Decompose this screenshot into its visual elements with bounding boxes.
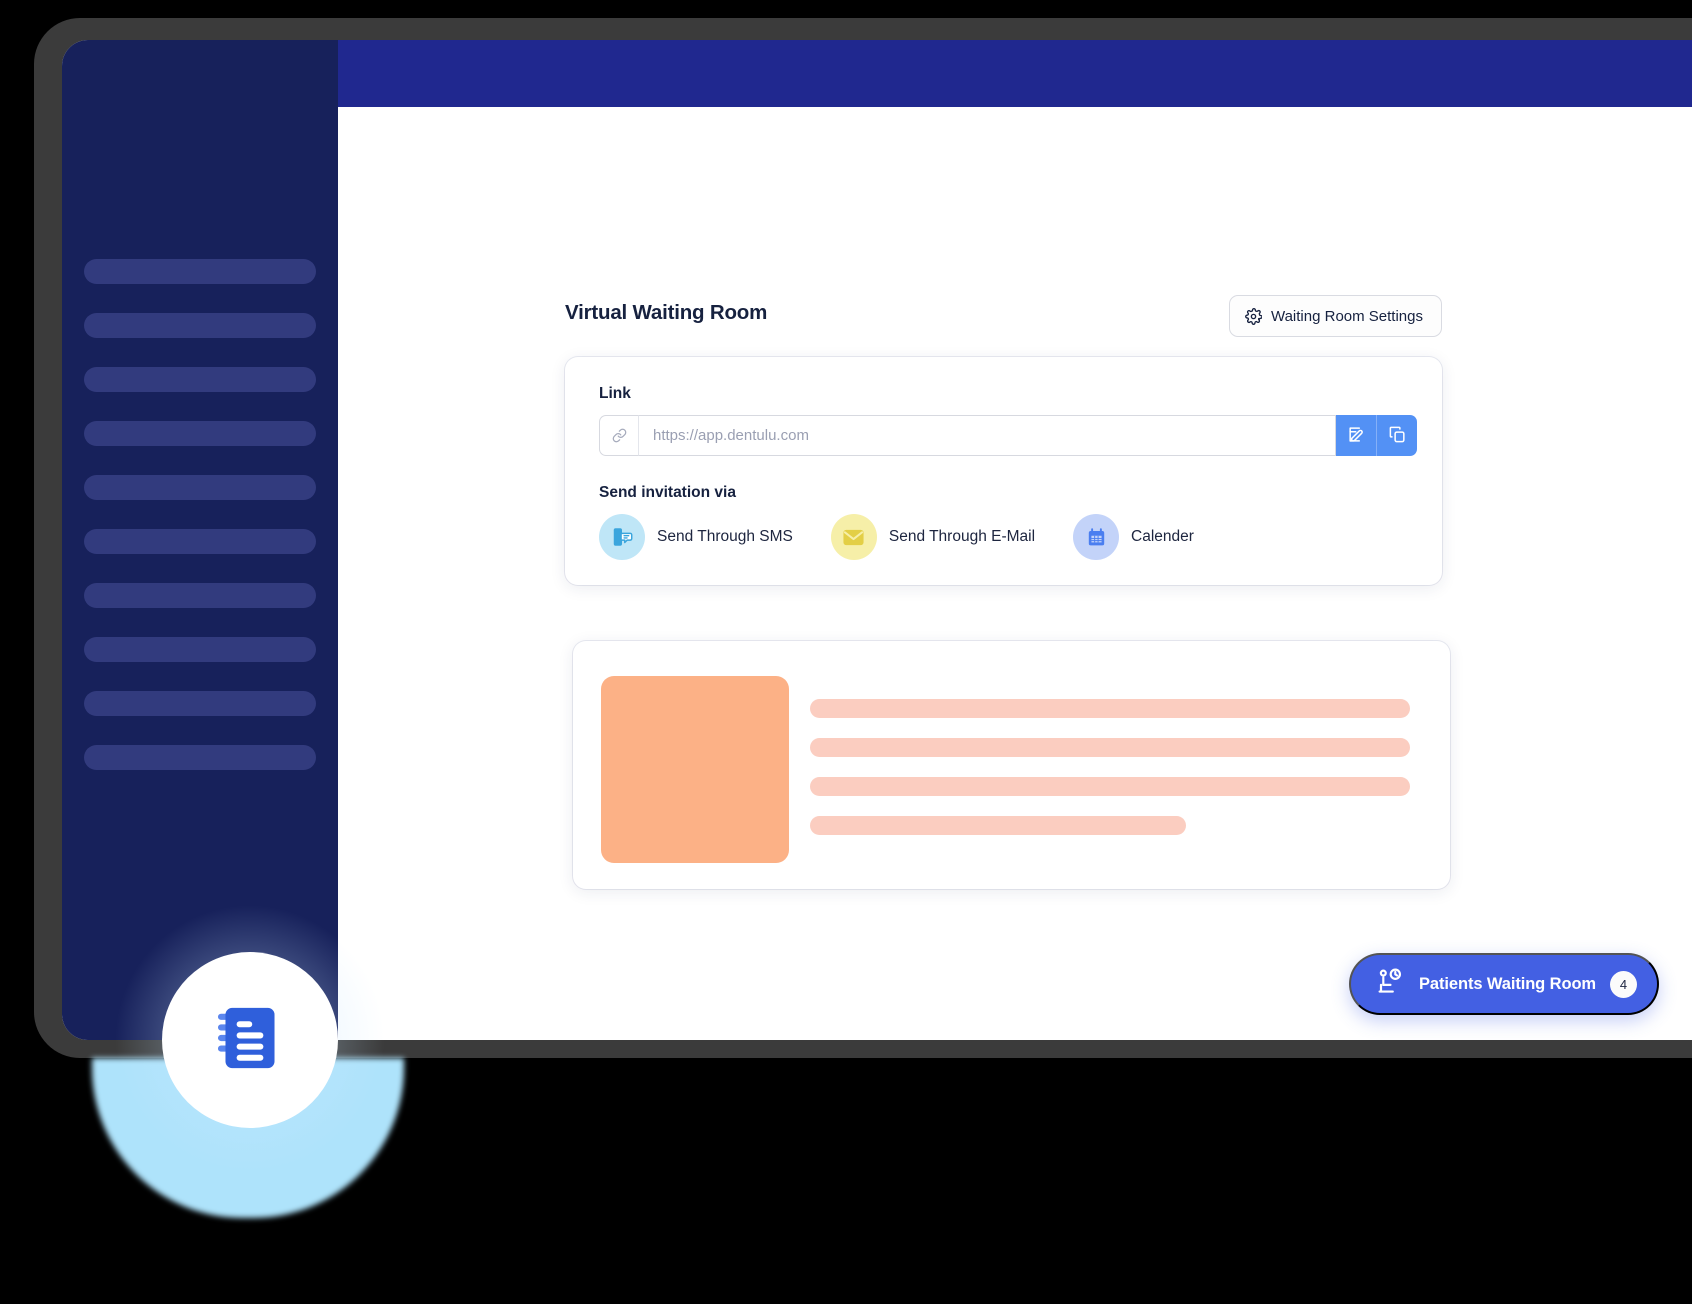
gear-icon — [1245, 307, 1263, 325]
person-waiting-clock-icon — [1375, 968, 1405, 1001]
envelope-icon — [830, 514, 877, 560]
sidebar-item-4[interactable] — [84, 421, 316, 446]
sidebar-item-5[interactable] — [84, 475, 316, 500]
waiting-room-link-input[interactable] — [638, 415, 1335, 456]
phone-message-icon — [599, 514, 645, 560]
patients-waiting-count-badge: 4 — [1610, 970, 1637, 998]
placeholder-line — [810, 777, 1410, 796]
calendar-icon — [1073, 514, 1120, 560]
sidebar-item-2[interactable] — [84, 313, 316, 338]
patients-waiting-room-label: Patients Waiting Room — [1419, 974, 1596, 993]
invite-options-row: Send Through SMS Send Through E-Mail Cal… — [599, 514, 1232, 560]
link-input-group — [599, 415, 1417, 456]
sidebar — [62, 40, 338, 1040]
sidebar-item-1[interactable] — [84, 259, 316, 284]
page-title: Virtual Waiting Room — [565, 301, 768, 324]
link-card: Link https://app.dentulu.com Send invita… — [565, 357, 1442, 585]
top-app-bar — [338, 40, 1692, 107]
sidebar-item-3[interactable] — [84, 367, 316, 392]
placeholder-line — [810, 816, 1186, 835]
sidebar-item-6[interactable] — [84, 529, 316, 554]
invite-option-sms[interactable]: Send Through SMS — [599, 514, 793, 560]
placeholder-line — [810, 699, 1410, 718]
edit-pencil-icon — [1347, 425, 1366, 447]
copy-duplicate-icon — [1388, 425, 1407, 447]
link-chain-icon — [599, 415, 638, 456]
invite-option-email[interactable]: Send Through E-Mail — [830, 514, 1036, 560]
waiting-room-settings-label: Waiting Room Settings — [1270, 307, 1423, 325]
page-header: Virtual Waiting Room Waiting Room Settin… — [565, 295, 1442, 339]
app-logo-badge — [162, 952, 338, 1128]
notebook-icon — [214, 999, 286, 1082]
copy-link-button[interactable] — [1376, 415, 1417, 456]
invite-option-calendar[interactable]: Calender — [1073, 514, 1194, 560]
device-screen: Virtual Waiting Room Waiting Room Settin… — [62, 40, 1692, 1040]
waiting-room-settings-button[interactable]: Waiting Room Settings — [1228, 295, 1442, 337]
content-placeholder-card — [573, 641, 1450, 889]
placeholder-thumbnail — [601, 676, 789, 863]
sidebar-item-10[interactable] — [84, 745, 316, 770]
invite-option-sms-label: Send Through SMS — [657, 528, 793, 545]
sidebar-item-9[interactable] — [84, 691, 316, 716]
main-content: Virtual Waiting Room Waiting Room Settin… — [338, 107, 1692, 1040]
invite-option-calendar-label: Calender — [1131, 528, 1194, 545]
patients-waiting-room-button[interactable]: Patients Waiting Room 4 — [1349, 953, 1659, 1015]
link-field-label: Link — [599, 385, 631, 402]
send-invitation-label: Send invitation via — [599, 484, 736, 501]
sidebar-item-8[interactable] — [84, 637, 316, 662]
placeholder-line — [810, 738, 1410, 757]
invite-option-email-label: Send Through E-Mail — [888, 528, 1036, 545]
screenshot-root: Virtual Waiting Room Waiting Room Settin… — [0, 0, 1692, 1304]
edit-link-button[interactable] — [1335, 415, 1376, 456]
sidebar-item-7[interactable] — [84, 583, 316, 608]
